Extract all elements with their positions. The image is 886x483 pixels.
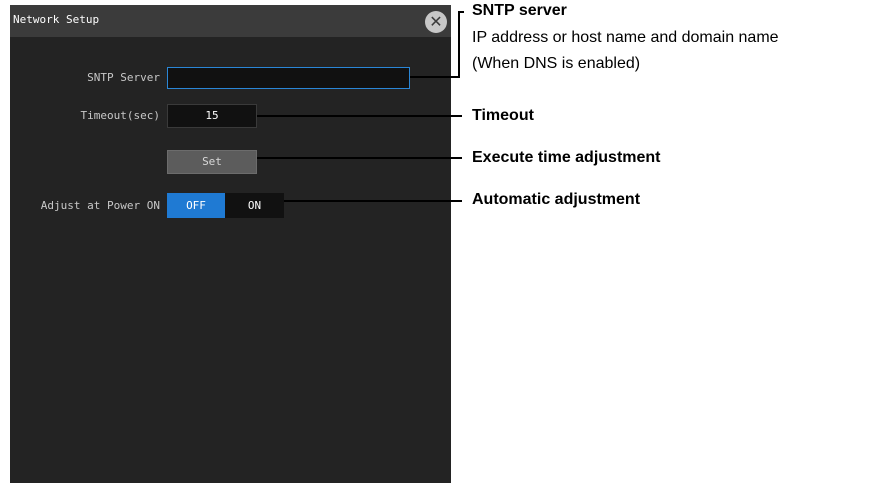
- callout-sntp-line1: IP address or host name and domain name: [472, 29, 779, 46]
- callout-automatic: Automatic adjustment: [472, 191, 641, 208]
- close-icon[interactable]: ✕: [425, 11, 447, 33]
- toggle-on-option[interactable]: ON: [225, 193, 284, 218]
- adjust-leader-line: [284, 200, 462, 202]
- dialog-titlebar: Network Setup ✕: [10, 5, 451, 37]
- sntp-bracket-top: [458, 11, 464, 13]
- sntp-leader-line: [410, 76, 460, 78]
- set-button[interactable]: Set: [167, 150, 257, 174]
- callout-sntp-line2: (When DNS is enabled): [472, 55, 641, 72]
- timeout-input[interactable]: 15: [167, 104, 257, 128]
- adjust-power-on-toggle: OFF ON: [167, 193, 284, 218]
- callout-timeout: Timeout: [472, 107, 534, 124]
- sntp-server-label: SNTP Server: [87, 71, 160, 84]
- callout-execute: Execute time adjustment: [472, 149, 661, 166]
- sntp-server-input[interactable]: [167, 67, 410, 89]
- dialog-title: Network Setup: [13, 13, 100, 26]
- toggle-off-option[interactable]: OFF: [167, 193, 225, 218]
- network-setup-dialog: Network Setup ✕ SNTP Server Timeout(sec)…: [10, 5, 451, 483]
- callout-sntp-title: SNTP server: [472, 2, 567, 19]
- adjust-power-on-label: Adjust at Power ON: [40, 199, 160, 212]
- sntp-bracket-line: [458, 11, 460, 78]
- timeout-leader-line: [257, 115, 462, 117]
- set-leader-line: [257, 157, 462, 159]
- timeout-label: Timeout(sec): [80, 109, 160, 122]
